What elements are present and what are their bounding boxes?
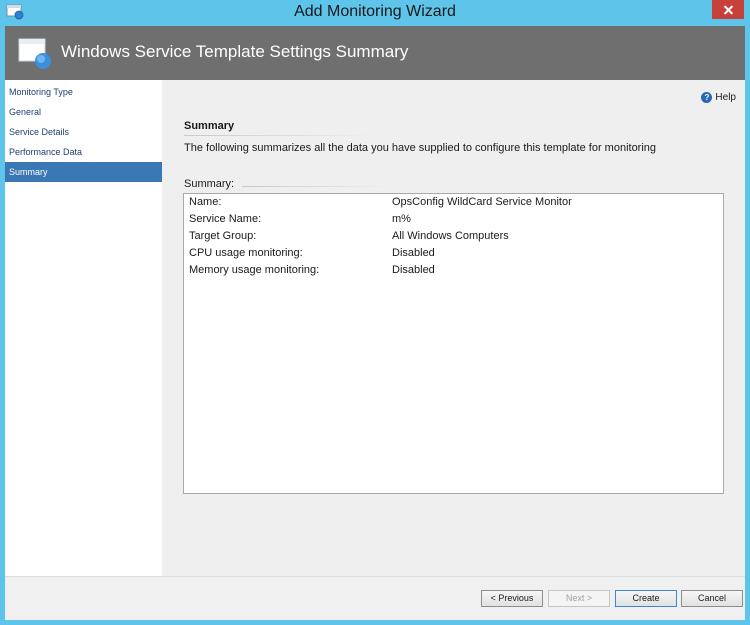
summary-key: Memory usage monitoring: [189, 264, 320, 276]
section-title: Summary [184, 120, 235, 132]
summary-row: Service Name: m% [189, 213, 719, 230]
nav-item-summary[interactable]: Summary [5, 162, 162, 182]
summary-value: Disabled [392, 247, 435, 259]
previous-button[interactable]: < Previous [481, 590, 543, 607]
wizard-footer: < Previous Next > Create Cancel [5, 576, 745, 620]
summary-key: Service Name: [189, 213, 262, 225]
summary-key: CPU usage monitoring: [189, 247, 303, 259]
summary-row: Target Group: All Windows Computers [189, 230, 719, 247]
nav-item-service-details[interactable]: Service Details [5, 122, 162, 142]
summary-row: CPU usage monitoring: Disabled [189, 247, 719, 264]
nav-item-general[interactable]: General [5, 102, 162, 122]
main-content: ? Help Summary The following summarizes … [162, 80, 745, 576]
window-title: Add Monitoring Wizard [294, 3, 456, 20]
create-button[interactable]: Create [615, 590, 677, 607]
summary-value: All Windows Computers [392, 230, 509, 242]
summary-value: Disabled [392, 264, 435, 276]
summary-label: Summary: [184, 178, 235, 190]
cancel-button[interactable]: Cancel [681, 590, 743, 607]
help-icon: ? [701, 92, 713, 103]
nav-item-performance-data[interactable]: Performance Data [5, 142, 162, 162]
next-button[interactable]: Next > [548, 590, 610, 607]
summary-row: Memory usage monitoring: Disabled [189, 264, 719, 281]
summary-divider [242, 186, 392, 187]
help-label: Help [715, 92, 736, 103]
summary-key: Target Group: [189, 230, 257, 242]
page-title: Windows Service Template Settings Summar… [61, 42, 409, 61]
close-button[interactable] [712, 0, 744, 19]
help-link[interactable]: ? Help [701, 92, 736, 103]
summary-text-box[interactable]: Name: OpsConfig WildCard Service Monitor… [183, 193, 724, 494]
wizard-steps-nav: Monitoring Type General Service Details … [5, 80, 162, 576]
summary-value: OpsConfig WildCard Service Monitor [392, 196, 572, 208]
section-divider [184, 135, 374, 136]
summary-value: m% [392, 213, 411, 225]
section-description: The following summarizes all the data yo… [184, 142, 657, 154]
title-bar: Add Monitoring Wizard [0, 0, 750, 26]
wizard-header-icon [18, 38, 51, 69]
summary-row: Name: OpsConfig WildCard Service Monitor [189, 196, 719, 213]
wizard-header: Windows Service Template Settings Summar… [5, 26, 745, 80]
summary-key: Name: [189, 196, 222, 208]
nav-item-monitoring-type[interactable]: Monitoring Type [5, 82, 162, 102]
